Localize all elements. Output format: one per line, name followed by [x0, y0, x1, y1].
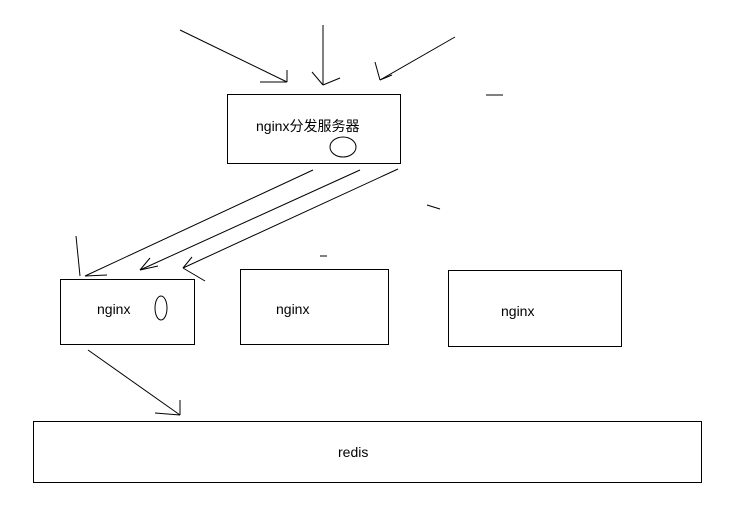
nginx-node-3 [448, 270, 622, 347]
incoming-arrow-middle [311, 25, 341, 86]
dispatch-arrow-3 [182, 168, 399, 282]
nginx-node-2-label: nginx [276, 301, 310, 317]
incoming-arrow-node [75, 235, 81, 277]
dispatcher-label: nginx分发服务器 [256, 118, 360, 134]
dispatch-arrow-2 [139, 169, 361, 271]
incoming-arrow-right [374, 36, 456, 81]
dispatcher-ellipse-overlay [329, 136, 357, 158]
nginx-node-1-label: nginx [97, 301, 131, 317]
nginx-node-3-label: nginx [501, 303, 535, 319]
stray-dash [426, 204, 441, 210]
nginx-node-2 [240, 269, 389, 345]
node-ellipse-overlay [154, 295, 168, 321]
redis-label: redis [338, 444, 369, 460]
node-to-redis-arrow [87, 349, 181, 416]
incoming-arrow-left [179, 29, 288, 83]
